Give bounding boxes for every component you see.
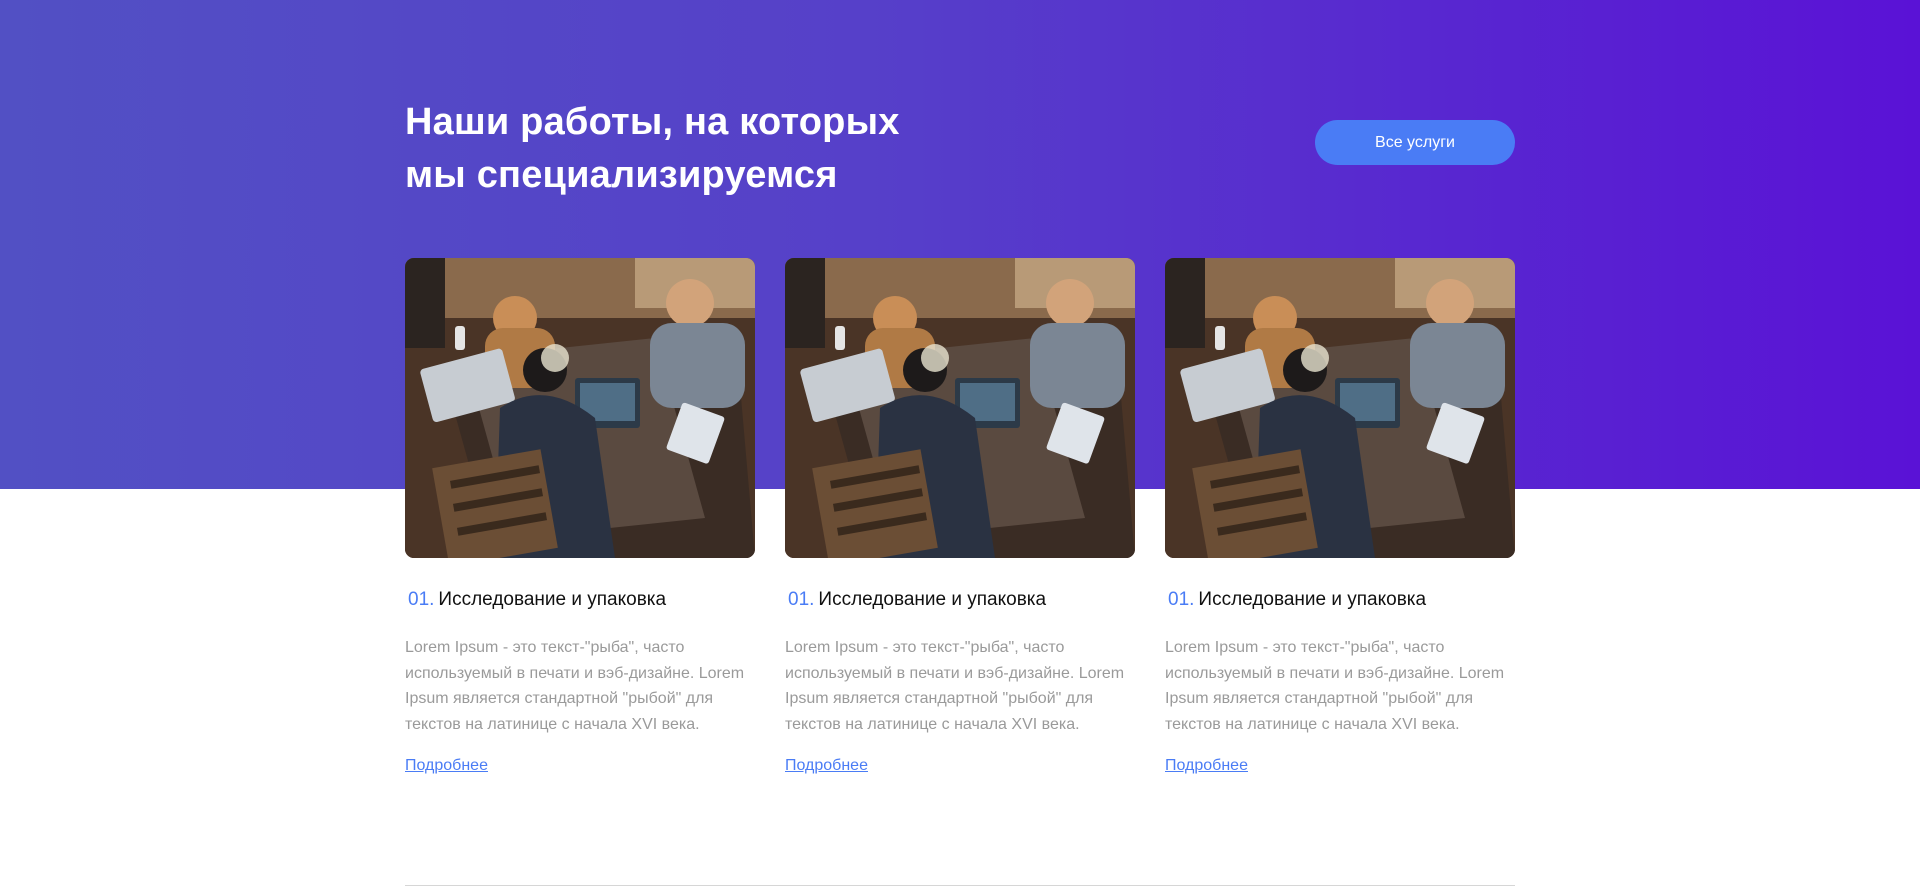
- more-link[interactable]: Подробнее: [405, 757, 488, 775]
- card-description: Lorem Ipsum - это текст-"рыба", часто ис…: [405, 639, 745, 733]
- card-image: [785, 258, 1135, 558]
- card-number: 01.: [788, 589, 815, 610]
- section-divider: [405, 885, 1515, 886]
- service-card: 01. Исследование и упаковка Lorem Ipsum -…: [1165, 258, 1515, 775]
- team-working-photo-icon: [1165, 258, 1515, 558]
- card-number: 01.: [1168, 589, 1195, 610]
- service-card: 01. Исследование и упаковка Lorem Ipsum -…: [405, 258, 755, 775]
- more-link[interactable]: Подробнее: [1165, 757, 1248, 775]
- card-number: 01.: [408, 589, 435, 610]
- team-working-photo-icon: [405, 258, 755, 558]
- card-title-text: Исследование и упаковка: [818, 589, 1047, 610]
- team-working-photo-icon: [785, 258, 1135, 558]
- more-link[interactable]: Подробнее: [785, 757, 868, 775]
- service-card: 01. Исследование и упаковка Lorem Ipsum -…: [785, 258, 1135, 775]
- section-title: Наши работы, на которых мы специализируе…: [405, 96, 1005, 202]
- card-image: [1165, 258, 1515, 558]
- card-title: 01. Исследование и упаковка: [405, 589, 755, 611]
- all-services-button[interactable]: Все услуги: [1315, 120, 1515, 165]
- section-title-line1: Наши работы, на которых: [405, 101, 900, 143]
- section-title-line2: мы специализируемся: [405, 154, 838, 196]
- card-title: 01. Исследование и упаковка: [1165, 589, 1515, 611]
- card-title-text: Исследование и упаковка: [1198, 589, 1427, 610]
- card-title: 01. Исследование и упаковка: [785, 589, 1135, 611]
- card-description: Lorem Ipsum - это текст-"рыба", часто ис…: [785, 639, 1125, 733]
- card-title-text: Исследование и упаковка: [438, 589, 667, 610]
- card-description: Lorem Ipsum - это текст-"рыба", часто ис…: [1165, 639, 1505, 733]
- card-image: [405, 258, 755, 558]
